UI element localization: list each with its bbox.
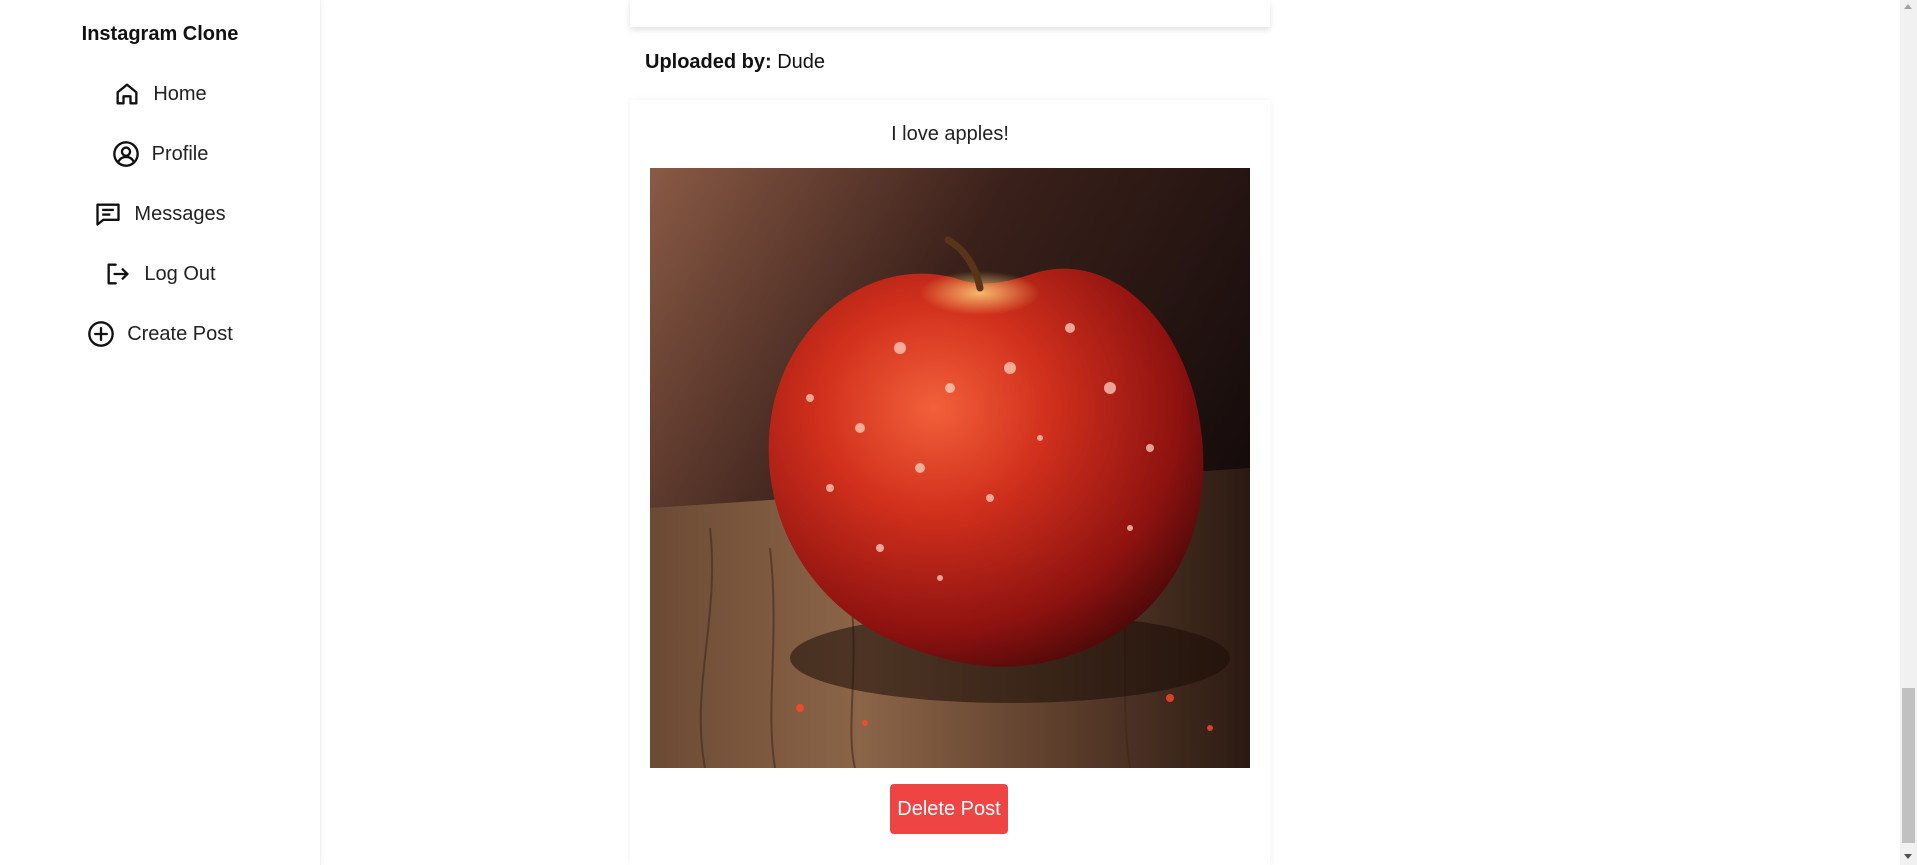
delete-post-button[interactable]: Delete Post xyxy=(890,784,1008,834)
message-icon xyxy=(94,200,122,228)
apple-photo xyxy=(650,168,1250,768)
uploaded-by: Uploaded by: Dude xyxy=(645,51,825,74)
scrollbar[interactable] xyxy=(1900,0,1917,865)
previous-post-card xyxy=(630,0,1270,27)
sidebar-item-label: Messages xyxy=(134,202,226,225)
sidebar-item-label: Home xyxy=(153,82,207,105)
scroll-thumb[interactable] xyxy=(1902,688,1915,843)
sidebar-item-create-post[interactable]: Create Post xyxy=(0,320,320,348)
logout-icon xyxy=(104,260,132,288)
uploaded-by-label: Uploaded by: xyxy=(645,51,772,73)
sidebar-item-label: Log Out xyxy=(144,262,216,285)
sidebar-item-label: Create Post xyxy=(127,322,233,345)
uploader-name: Dude xyxy=(777,51,826,73)
post-image xyxy=(650,168,1250,768)
sidebar-item-profile[interactable]: Profile xyxy=(0,140,320,168)
post-card: I love apples! Delete Post xyxy=(630,100,1270,865)
sidebar-item-home[interactable]: Home xyxy=(0,80,320,108)
scroll-down-arrow-icon[interactable] xyxy=(1904,854,1912,859)
sidebar-item-messages[interactable]: Messages xyxy=(0,200,320,228)
sidebar-item-logout[interactable]: Log Out xyxy=(0,260,320,288)
home-icon xyxy=(113,80,141,108)
scroll-up-arrow-icon[interactable] xyxy=(1904,4,1912,9)
app-title: Instagram Clone xyxy=(81,23,239,45)
post-caption: I love apples! xyxy=(891,123,1009,145)
user-circle-icon xyxy=(112,140,140,168)
plus-circle-icon xyxy=(87,320,115,348)
sidebar: Instagram Clone Home Profile Messages Lo… xyxy=(0,0,321,865)
sidebar-item-label: Profile xyxy=(151,142,209,165)
